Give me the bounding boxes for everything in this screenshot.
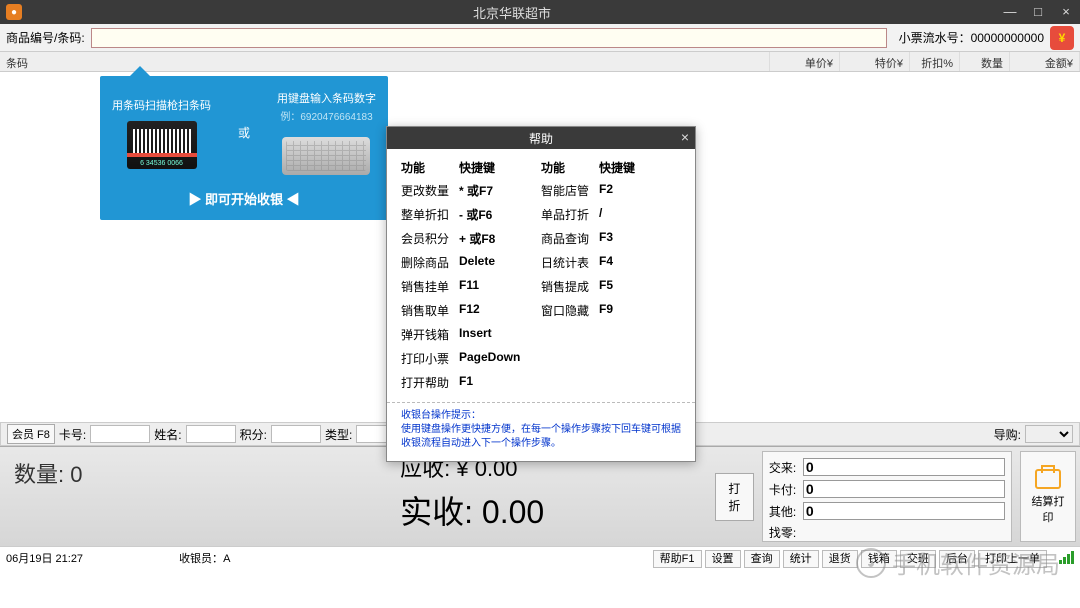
help-row: 窗口隐藏F9 [541,302,681,319]
col-barcode: 条码 [0,52,770,71]
item-table-header: 条码 单价¥ 特价¥ 折扣% 数量 金额¥ [0,52,1080,72]
minimize-button[interactable]: — [996,0,1024,24]
help-row: 日统计表F4 [541,254,681,271]
status-button[interactable]: 设置 [705,550,741,568]
barcode-input[interactable] [91,28,887,48]
help-row: 销售取单F12 [401,302,541,319]
status-button[interactable]: 统计 [783,550,819,568]
status-button[interactable]: 钱箱 [861,550,897,568]
card-label: 卡号: [59,426,86,443]
help-close-button[interactable]: × [681,129,689,145]
help-dialog-title[interactable]: 帮助 × [387,127,695,149]
help-row: 会员积分+ 或F8 [401,230,541,247]
help-row: 销售提成F5 [541,278,681,295]
paid-display: 实收: 0.00 [400,487,707,533]
guide-label: 导购: [994,426,1021,443]
close-window-button[interactable]: × [1052,0,1080,24]
col-price: 单价¥ [770,52,840,71]
help-row: 删除商品Delete [401,254,541,271]
help-row: 智能店管F2 [541,182,681,199]
status-button[interactable]: 打印上一单 [978,550,1047,568]
barcode-tooltip: 用条码扫描枪扫条码 6 34536 0066 或 用键盘输入条码数字 例：692… [100,76,388,220]
checkout-print-button[interactable]: 结算打印 [1020,451,1076,542]
points-input[interactable] [271,425,321,443]
cashier-label: 收银员：A [179,550,230,566]
status-button[interactable]: 后台 [939,550,975,568]
help-row: 更改数量* 或F7 [401,182,541,199]
help-row: 弹开钱箱Insert [401,326,541,343]
payment-panel: 交来: 卡付: 其他: 找零: [762,451,1012,542]
qty-display: 数量: 0 [14,462,83,487]
type-label: 类型: [325,426,352,443]
help-row: 整单折扣- 或F6 [401,206,541,223]
status-button[interactable]: 交班 [900,550,936,568]
tip-example: 例：6920476664183 [277,108,376,123]
col-amount: 金额¥ [1010,52,1080,71]
points-label: 积分: [240,426,267,443]
app-icon: ● [6,4,22,20]
help-dialog: 帮助 × 功能快捷键 更改数量* 或F7整单折扣- 或F6会员积分+ 或F8删除… [386,126,696,462]
status-button[interactable]: 查询 [744,550,780,568]
status-button[interactable]: 退货 [822,550,858,568]
tip-scan-text: 用条码扫描枪扫条码 [112,97,211,113]
maximize-button[interactable]: □ [1024,0,1052,24]
help-row: 商品查询F3 [541,230,681,247]
barcode-icon: 6 34536 0066 [127,121,197,169]
help-hint: 收银台操作提示： 使用键盘操作更快捷方便，在每一个操作步骤按下回车键可根据收银流… [387,402,695,461]
tip-start: ▶ 即可开始收银 ◀ [112,189,376,208]
signal-icon [1059,551,1074,564]
barcode-bar: 商品编号/条码: 小票流水号：00000000000 ¥ [0,24,1080,52]
cash-input[interactable] [803,458,1005,476]
help-row: 销售挂单F11 [401,278,541,295]
status-bar: 06月19日 21:27 收银员：A 帮助F1 设置 查询 统计 退货 钱箱 交… [0,546,1080,568]
status-date: 06月19日 21:27 [6,550,83,566]
discount-button[interactable]: 打折 [715,473,754,521]
col-qty: 数量 [960,52,1010,71]
help-row: 打印小票PageDown [401,350,541,367]
tip-keyboard-text: 用键盘输入条码数字 [277,90,376,106]
col-discount: 折扣% [910,52,960,71]
name-input[interactable] [186,425,236,443]
col-special: 特价¥ [840,52,910,71]
card-input[interactable] [90,425,150,443]
card-pay-input[interactable] [803,480,1005,498]
printer-icon [1035,469,1061,489]
window-title: 北京华联超市 [28,3,996,22]
other-pay-input[interactable] [803,502,1005,520]
tip-or: 或 [238,124,250,141]
serial-label: 小票流水号：00000000000 [899,29,1044,46]
help-row: 单品打折/ [541,206,681,223]
coin-icon[interactable]: ¥ [1050,26,1074,50]
status-button[interactable]: 帮助F1 [653,550,702,568]
name-label: 姓名: [154,426,181,443]
member-button[interactable]: 会员 F8 [7,424,55,444]
keyboard-icon [282,137,370,175]
title-bar: ● 北京华联超市 — □ × [0,0,1080,24]
barcode-label: 商品编号/条码: [6,29,85,46]
guide-select[interactable] [1025,425,1073,443]
help-row: 打开帮助F1 [401,374,541,391]
